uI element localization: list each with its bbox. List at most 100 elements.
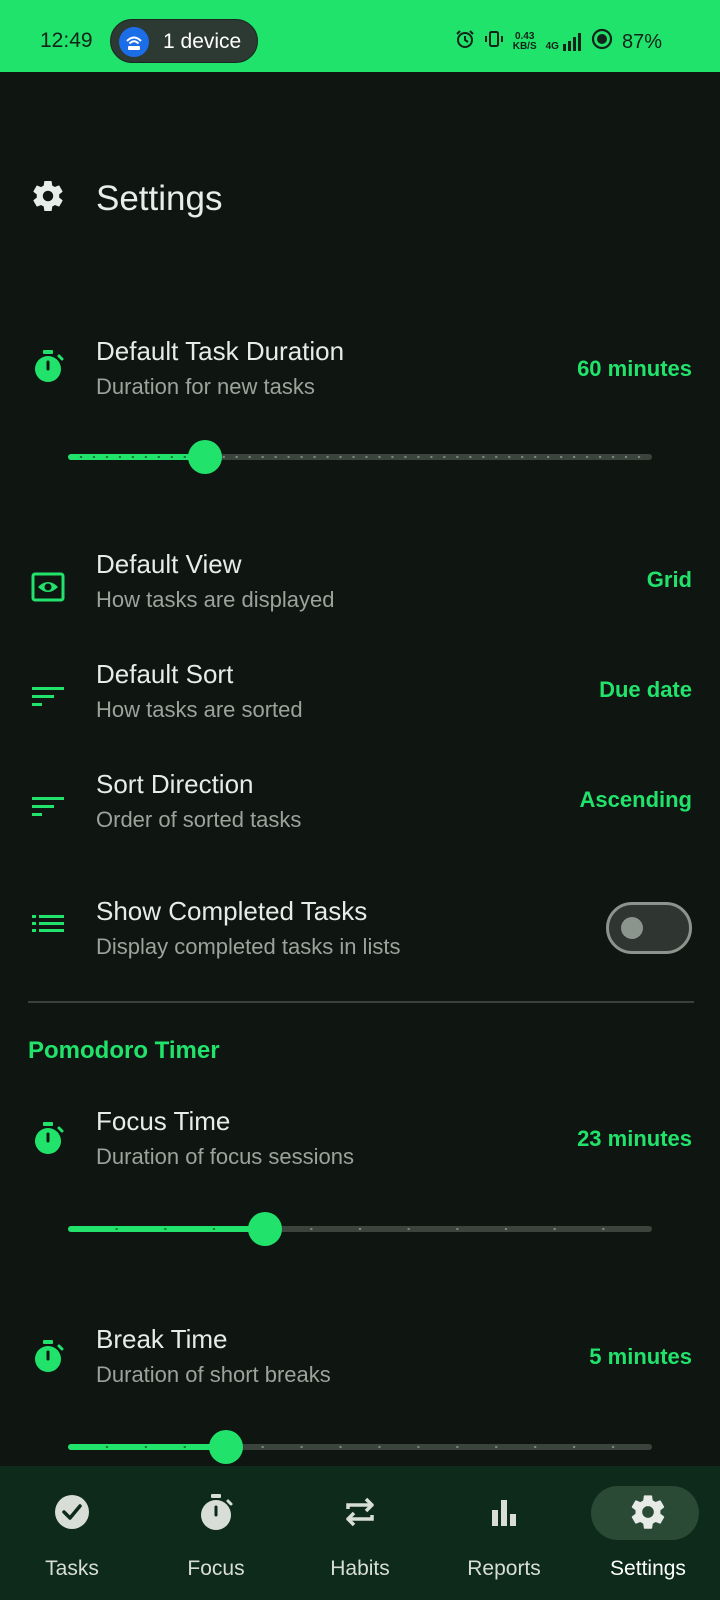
eye-icon — [30, 569, 66, 605]
setting-subtitle: Duration of focus sessions — [96, 1144, 355, 1169]
slider-tick — [585, 456, 589, 458]
nav-focus[interactable]: Focus — [144, 1466, 288, 1600]
nav-reports[interactable]: Reports — [432, 1466, 576, 1600]
signal-icon: 4G — [546, 32, 582, 52]
slider-tick — [352, 456, 355, 458]
check-circle-icon — [52, 1492, 92, 1532]
slider-ticks — [115, 1228, 605, 1230]
setting-title: Default View — [96, 549, 242, 579]
slider-tick — [235, 456, 238, 458]
page-header: Settings — [30, 178, 222, 219]
setting-default-view[interactable]: Default View How tasks are displayed Gri… — [0, 545, 720, 625]
pomodoro-section-title: Pomodoro Timer — [28, 1037, 220, 1064]
slider-tick — [313, 456, 316, 458]
slider-tick — [300, 1446, 303, 1448]
setting-title: Focus Time — [96, 1106, 231, 1136]
setting-title: Show Completed Tasks — [96, 896, 368, 926]
task-duration-slider[interactable] — [68, 440, 652, 474]
toggle-knob — [621, 917, 643, 939]
setting-title: Sort Direction — [96, 769, 254, 799]
status-time: 12:49 — [40, 29, 93, 52]
show-completed-toggle[interactable] — [606, 902, 692, 954]
setting-sort-direction[interactable]: Sort Direction Order of sorted tasks Asc… — [0, 765, 720, 845]
slider-tick — [115, 1228, 118, 1230]
timer-icon — [30, 1120, 66, 1156]
device-pill[interactable]: 1 device — [110, 19, 258, 63]
slider-tick — [183, 1446, 186, 1448]
slider-tick — [546, 456, 550, 458]
slider-tick — [92, 456, 96, 458]
hotspot-icon — [119, 27, 149, 57]
sort-icon — [30, 789, 66, 825]
slider-tick — [482, 456, 485, 458]
slider-tick — [404, 456, 407, 458]
setting-task-duration[interactable]: Default Task Duration Duration for new t… — [0, 330, 720, 500]
setting-subtitle: How tasks are displayed — [96, 587, 335, 612]
slider-tick — [417, 456, 420, 458]
setting-title: Break Time — [96, 1324, 228, 1354]
setting-focus-time[interactable]: Focus Time Duration of focus sessions 23… — [0, 1102, 720, 1262]
slider-thumb[interactable] — [188, 440, 223, 474]
nav-settings[interactable]: Settings — [576, 1466, 720, 1600]
setting-title: Default Task Duration — [96, 336, 345, 366]
slider-tick — [456, 456, 459, 458]
nav-habits[interactable]: Habits — [288, 1466, 432, 1600]
setting-value: 60 minutes — [577, 356, 692, 381]
slider-tick — [183, 456, 186, 458]
setting-value: 23 minutes — [577, 1126, 692, 1151]
slider-tick — [572, 456, 576, 458]
slider-tick — [339, 456, 342, 458]
battery-level: 87% — [621, 30, 662, 53]
setting-default-sort[interactable]: Default Sort How tasks are sorted Due da… — [0, 655, 720, 735]
slider-tick — [534, 456, 537, 458]
slider-tick — [611, 1446, 615, 1448]
slider-tick — [407, 1228, 410, 1230]
slider-tick — [164, 1228, 167, 1230]
setting-value: Due date — [599, 677, 692, 702]
slider-tick — [391, 456, 394, 458]
slider-tick — [248, 456, 251, 458]
slider-tick — [553, 1228, 556, 1230]
slider-tick — [598, 456, 602, 458]
slider-tick — [430, 456, 433, 458]
net-speed: 0.43 KB/S — [513, 32, 537, 52]
nav-tasks[interactable]: Tasks — [0, 1466, 144, 1600]
slider-tick — [261, 1446, 264, 1448]
slider-tick — [456, 1228, 459, 1230]
slider-tick — [469, 456, 472, 458]
setting-break-time[interactable]: Break Time Duration of short breaks 5 mi… — [0, 1320, 720, 1466]
slider-thumb[interactable] — [247, 1212, 282, 1246]
slider-tick — [508, 456, 511, 458]
vibrate-icon — [484, 29, 504, 55]
setting-subtitle: How tasks are sorted — [96, 697, 303, 722]
nav-label: Reports — [467, 1557, 541, 1580]
slider-tick — [443, 456, 446, 458]
timer-icon — [30, 1338, 66, 1374]
slider-thumb[interactable] — [208, 1430, 243, 1464]
slider-tick — [212, 1228, 216, 1230]
slider-tick — [261, 456, 264, 458]
break-time-slider[interactable] — [68, 1430, 652, 1464]
net-speed-unit: KB/S — [512, 41, 537, 52]
slider-tick — [417, 1446, 420, 1448]
slider-tick — [358, 1228, 362, 1230]
setting-title: Default Sort — [96, 659, 234, 689]
slider-tick — [572, 1446, 576, 1448]
bottom-navigation: Tasks Focus Habits Reports Settings — [0, 1466, 720, 1600]
focus-time-slider[interactable] — [68, 1212, 652, 1246]
nav-label: Tasks — [45, 1557, 99, 1580]
slider-tick — [105, 1446, 109, 1448]
timer-icon — [30, 348, 66, 384]
setting-subtitle: Duration of short breaks — [96, 1362, 331, 1387]
status-bar: 12:49 1 device 0.43 KB/S 4G 87% — [0, 0, 720, 72]
page-title: Settings — [96, 178, 223, 218]
slider-tick — [521, 456, 524, 458]
slider-tick — [105, 456, 109, 458]
battery-icon — [591, 28, 613, 56]
slider-tick — [456, 1446, 459, 1448]
setting-value: 5 minutes — [589, 1344, 692, 1369]
gear-icon — [30, 178, 66, 219]
slider-tick — [495, 456, 498, 458]
slider-tick — [287, 456, 290, 458]
slider-tick — [637, 456, 641, 458]
